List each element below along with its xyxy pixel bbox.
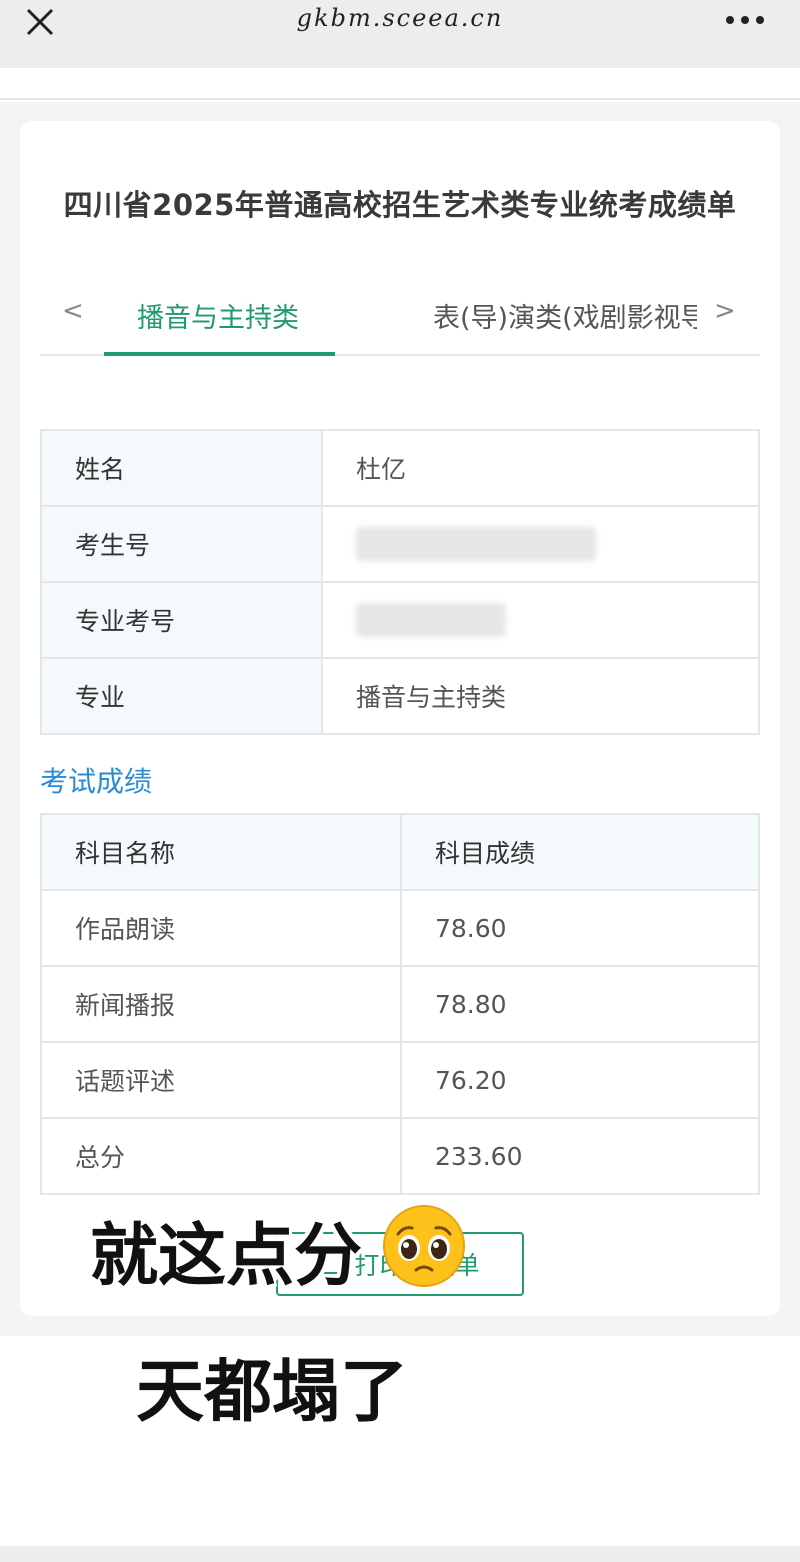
subject-name: 总分: [40, 1117, 402, 1195]
browser-top-bar: gkbm.sceea.cn: [0, 0, 800, 68]
subject-name: 话题评述: [40, 1041, 402, 1119]
score-table: 科目名称 科目成绩 作品朗读 78.60 新闻播报 78.80 话题评述 76.…: [40, 813, 760, 1195]
info-row: 专业 播音与主持类: [40, 657, 760, 735]
subject-score: 76.20: [400, 1041, 760, 1119]
tab-acting-directing[interactable]: 表(导)演类(戏剧影视导演): [433, 296, 697, 335]
overlay-caption-2: 天都塌了: [136, 1353, 409, 1432]
info-row: 姓名 杜亿: [40, 429, 760, 507]
table-row: 新闻播报 78.80: [40, 965, 760, 1043]
redaction-blur: [356, 603, 506, 637]
info-value: 播音与主持类: [321, 657, 760, 735]
subject-name: 新闻播报: [40, 965, 402, 1043]
info-label: 考生号: [40, 505, 323, 583]
page-header-strip: [0, 68, 800, 100]
info-label: 专业考号: [40, 581, 323, 659]
info-row: 专业考号: [40, 581, 760, 659]
subject-score: 78.60: [400, 889, 760, 967]
column-header-score: 科目成绩: [400, 813, 760, 891]
tab-broadcasting-hosting[interactable]: 播音与主持类: [137, 296, 299, 335]
info-value-redacted: [321, 581, 760, 659]
tab-prev-arrow[interactable]: <: [62, 296, 84, 326]
table-row: 话题评述 76.20: [40, 1041, 760, 1119]
bottom-bar: [0, 1546, 800, 1562]
scores-section-title: 考试成绩: [40, 765, 153, 798]
info-label: 姓名: [40, 429, 323, 507]
candidate-info-table: 姓名 杜亿 考生号 专业考号 专业 播音与主持类: [40, 429, 760, 735]
pleading-face-emoji-icon: [383, 1205, 465, 1287]
subject-name: 作品朗读: [40, 889, 402, 967]
redaction-blur: [356, 527, 596, 561]
tab-next-arrow[interactable]: >: [714, 296, 736, 326]
subject-score: 78.80: [400, 965, 760, 1043]
overlay-caption-1: 就这点分: [90, 1217, 363, 1296]
info-label: 专业: [40, 657, 323, 735]
active-tab-indicator: [104, 352, 335, 356]
table-row: 总分 233.60: [40, 1117, 760, 1195]
column-header-subject: 科目名称: [40, 813, 402, 891]
score-header-row: 科目名称 科目成绩: [40, 813, 760, 891]
subject-score: 233.60: [400, 1117, 760, 1195]
info-row: 考生号: [40, 505, 760, 583]
category-tabs: < 播音与主持类 表(导)演类(戏剧影视导演) >: [40, 280, 760, 356]
url-display: gkbm.sceea.cn: [296, 4, 504, 32]
table-row: 作品朗读 78.60: [40, 889, 760, 967]
info-value: 杜亿: [321, 429, 760, 507]
more-options-icon[interactable]: [724, 10, 766, 30]
page-title: 四川省2025年普通高校招生艺术类专业统考成绩单: [63, 188, 737, 222]
info-value-redacted: [321, 505, 760, 583]
